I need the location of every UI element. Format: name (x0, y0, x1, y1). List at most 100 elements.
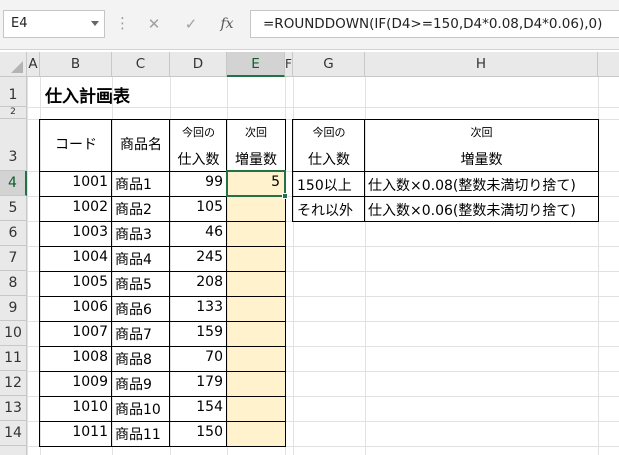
insert-function-icon[interactable]: fx (212, 10, 242, 38)
item-name-cell[interactable]: 商品2 (115, 199, 170, 219)
row-header-15[interactable] (0, 446, 27, 455)
gridline-horizontal (27, 446, 619, 447)
row-header-1[interactable]: 1 (0, 77, 27, 107)
main-table-vline-2 (169, 119, 170, 447)
row-header-3[interactable]: 3 (0, 119, 27, 171)
main-table-hline (39, 421, 286, 422)
row-header-5[interactable]: 5 (0, 196, 27, 221)
main-table-hline (39, 371, 286, 372)
increment-column-fill (228, 172, 285, 446)
column-header-b[interactable]: B (40, 52, 112, 77)
item-code-cell[interactable]: 1010 (40, 399, 108, 415)
column-header-d[interactable]: D (170, 52, 227, 77)
main-table-hline (39, 396, 286, 397)
fill-handle[interactable] (282, 193, 288, 199)
item-name-cell[interactable]: 商品7 (115, 324, 170, 344)
item-qty-cell[interactable]: 150 (170, 424, 223, 440)
column-header-a[interactable]: A (27, 52, 40, 77)
rule-table-hline-1 (292, 171, 599, 172)
select-all-button[interactable] (0, 52, 27, 77)
column-header-g[interactable]: G (293, 52, 365, 77)
column-header-f[interactable]: F (285, 52, 293, 77)
row-header-8[interactable]: 8 (0, 271, 27, 296)
column-header-h[interactable]: H (365, 52, 598, 77)
main-table-hline (39, 346, 286, 347)
row-header-14[interactable]: 14 (0, 421, 27, 446)
item-code-cell[interactable]: 1008 (40, 349, 108, 365)
item-qty-cell[interactable]: 159 (170, 324, 223, 340)
main-table-hline (39, 271, 286, 272)
item-name-cell[interactable]: 商品6 (115, 299, 170, 319)
chevron-down-icon[interactable] (91, 21, 99, 26)
item-code-cell[interactable]: 1002 (40, 199, 108, 215)
main-table-hline (39, 321, 286, 322)
rule-condition-2[interactable]: それ以外 (297, 200, 353, 220)
main-table-hline (39, 246, 286, 247)
cancel-icon[interactable]: ✕ (139, 10, 169, 38)
row-header-11[interactable]: 11 (0, 346, 27, 371)
item-qty-cell[interactable]: 46 (170, 224, 223, 240)
active-cell-selection[interactable] (226, 170, 286, 197)
item-qty-cell[interactable]: 208 (170, 274, 223, 290)
item-code-cell[interactable]: 1001 (40, 174, 108, 190)
main-table-vline-1 (111, 119, 112, 447)
rule-table-hline-2 (292, 196, 599, 197)
item-name-cell[interactable]: 商品8 (115, 349, 170, 369)
rule-header-right-bottom[interactable]: 増量数 (365, 149, 598, 169)
header-current-bottom[interactable]: 仕入数 (170, 149, 227, 169)
row-header-10[interactable]: 10 (0, 321, 27, 346)
main-table-hline (39, 296, 286, 297)
item-name-cell[interactable]: 商品11 (115, 424, 170, 444)
item-name-cell[interactable]: 商品5 (115, 274, 170, 294)
name-box[interactable]: E4 (3, 10, 105, 38)
item-qty-cell[interactable]: 179 (170, 374, 223, 390)
row-header-2[interactable]: 2 (0, 107, 27, 119)
rule-result-1[interactable]: 仕入数×0.08(整数未満切り捨て) (368, 175, 576, 195)
item-code-cell[interactable]: 1004 (40, 249, 108, 265)
item-code-cell[interactable]: 1006 (40, 299, 108, 315)
item-code-cell[interactable]: 1003 (40, 224, 108, 240)
item-qty-cell[interactable]: 105 (170, 199, 223, 215)
select-all-icon (11, 61, 23, 73)
item-code-cell[interactable]: 1011 (40, 424, 108, 440)
item-name-cell[interactable]: 商品3 (115, 224, 170, 244)
column-header-c[interactable]: C (112, 52, 170, 77)
rule-result-2[interactable]: 仕入数×0.06(整数未満切り捨て) (368, 200, 576, 220)
rule-condition-1[interactable]: 150以上 (297, 175, 352, 195)
row-header-12[interactable]: 12 (0, 371, 27, 396)
item-qty-cell[interactable]: 245 (170, 249, 223, 265)
column-header-e[interactable]: E (227, 52, 285, 77)
item-name-cell[interactable]: 商品1 (115, 174, 170, 194)
enter-icon[interactable]: ✓ (176, 10, 206, 38)
item-qty-cell[interactable]: 70 (170, 349, 223, 365)
gridline-horizontal (27, 107, 619, 108)
rule-header-left-top: 今回の (312, 126, 346, 139)
item-qty-cell[interactable]: 154 (170, 399, 223, 415)
header-next-top: 次回 (245, 126, 267, 139)
formula-input[interactable]: =ROUNDDOWN(IF(D4>=150,D4*0.08,D4*0.06),0… (250, 10, 619, 38)
more-options-icon[interactable]: ⋮ (115, 13, 130, 33)
header-next-bottom[interactable]: 増量数 (227, 149, 285, 169)
row-header-4[interactable]: 4 (0, 171, 27, 196)
row-header-6[interactable]: 6 (0, 221, 27, 246)
name-box-value: E4 (11, 16, 28, 31)
item-code-cell[interactable]: 1009 (40, 374, 108, 390)
rule-header-left-bottom[interactable]: 仕入数 (293, 149, 365, 169)
item-code-cell[interactable]: 1007 (40, 324, 108, 340)
item-code-cell[interactable]: 1005 (40, 274, 108, 290)
item-name-cell[interactable]: 商品9 (115, 374, 170, 394)
row-header-13[interactable]: 13 (0, 396, 27, 421)
header-product-name[interactable]: 商品名 (112, 119, 170, 171)
row-header-9[interactable]: 9 (0, 296, 27, 321)
item-name-cell[interactable]: 商品4 (115, 249, 170, 269)
gridline-vertical (598, 77, 599, 455)
column-header-i[interactable] (598, 52, 619, 77)
rule-header-right-top: 次回 (470, 126, 493, 139)
header-code[interactable]: コード (40, 119, 112, 171)
item-qty-cell[interactable]: 133 (170, 299, 223, 315)
item-name-cell[interactable]: 商品10 (115, 399, 170, 419)
formula-bar: E4 ⋮ ✕ ✓ fx =ROUNDDOWN(IF(D4>=150,D4*0.0… (0, 0, 619, 50)
item-qty-cell[interactable]: 99 (170, 174, 223, 190)
sheet-title[interactable]: 仕入計画表 (45, 82, 130, 107)
row-header-7[interactable]: 7 (0, 246, 27, 271)
